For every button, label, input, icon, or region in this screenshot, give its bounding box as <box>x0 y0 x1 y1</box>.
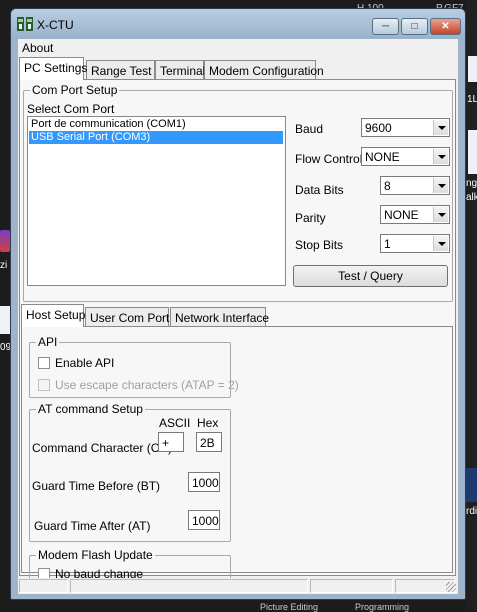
desktop-icon-app[interactable] <box>466 468 477 502</box>
select-com-port-label: Select Com Port <box>27 102 115 116</box>
desktop-text: 1L <box>467 94 477 105</box>
parity-select[interactable]: NONE <box>380 205 450 224</box>
data-bits-value: 8 <box>384 179 391 193</box>
guard-time-before-label: Guard Time Before (BT) <box>32 479 161 493</box>
minimize-icon: ─ <box>381 21 390 32</box>
group-label: API <box>36 335 60 349</box>
parity-label: Parity <box>295 211 326 225</box>
desktop-text: alk <box>466 192 477 203</box>
minimize-button[interactable]: ─ <box>372 18 399 35</box>
guard-time-before-input[interactable]: 1000 <box>188 472 220 492</box>
stop-bits-select[interactable]: 1 <box>380 234 450 253</box>
flow-control-select[interactable]: NONE <box>361 147 450 166</box>
baud-select[interactable]: 9600 <box>361 118 450 137</box>
close-icon: ✕ <box>441 21 450 32</box>
list-item[interactable]: Port de communication (COM1) <box>29 118 283 131</box>
guard-time-after-input[interactable]: 1000 <box>188 510 220 530</box>
cc-ascii-input[interactable]: + <box>158 432 184 452</box>
desktop-icon-window-thumbnail[interactable] <box>468 130 477 174</box>
list-item-selected[interactable]: USB Serial Port (COM3) <box>29 131 283 144</box>
chevron-down-icon[interactable] <box>433 207 448 222</box>
title-bar[interactable]: X-CTU ─ □ ✕ <box>11 9 465 39</box>
host-setup-panel: API Enable API Use escape characters (AT… <box>21 326 453 593</box>
pc-settings-panel: Com Port Setup Select Com Port Port de c… <box>19 79 456 593</box>
menu-bar: About <box>18 39 458 57</box>
stop-bits-value: 1 <box>384 237 391 251</box>
data-bits-label: Data Bits <box>295 183 344 197</box>
status-pane <box>70 579 308 593</box>
tab-range-test[interactable]: Range Test <box>86 60 155 80</box>
window-title: X-CTU <box>37 18 74 32</box>
com-port-list[interactable]: Port de communication (COM1) USB Serial … <box>27 116 286 286</box>
maximize-icon: □ <box>411 21 418 32</box>
desktop-icon-file[interactable] <box>0 306 10 334</box>
tab-network-interface[interactable]: Network Interface <box>170 307 269 327</box>
resize-grip-icon[interactable] <box>446 582 456 592</box>
guard-time-after-label: Guard Time After (AT) <box>34 519 151 533</box>
group-label: Com Port Setup <box>30 83 120 97</box>
xctu-app-icon <box>17 17 33 31</box>
desktop-text: Picture Editing <box>260 602 319 612</box>
window-client-area: About PC Settings Range Test Terminal Mo… <box>18 39 458 594</box>
xctu-window: X-CTU ─ □ ✕ About PC Settings Range Test… <box>10 8 466 600</box>
maximize-button[interactable]: □ <box>401 18 428 35</box>
chevron-down-icon[interactable] <box>433 149 448 164</box>
com-port-setup-group: Com Port Setup Select Com Port Port de c… <box>23 83 453 302</box>
desktop-text: Programming <box>355 602 410 612</box>
chevron-down-icon[interactable] <box>433 120 448 135</box>
menu-about[interactable]: About <box>22 41 53 55</box>
status-bar <box>18 578 458 594</box>
hex-header: Hex <box>197 416 219 430</box>
tab-host-setup[interactable]: Host Setup <box>21 304 85 327</box>
cc-hex-input[interactable]: 2B <box>196 432 222 452</box>
baud-label: Baud <box>295 122 324 136</box>
status-pane <box>19 579 68 593</box>
ascii-header: ASCII <box>159 416 191 430</box>
desktop-icon-document[interactable] <box>468 56 477 82</box>
flow-control-label: Flow Control <box>295 152 363 166</box>
group-label: Modem Flash Update <box>36 548 155 562</box>
enable-api-checkbox[interactable] <box>38 357 50 369</box>
parity-value: NONE <box>384 208 419 222</box>
escape-chars-checkbox[interactable] <box>38 379 50 391</box>
api-group: API Enable API Use escape characters (AT… <box>29 335 239 398</box>
flow-control-value: NONE <box>365 150 400 164</box>
chevron-down-icon[interactable] <box>433 178 448 193</box>
tab-modem-configuration[interactable]: Modem Configuration <box>204 60 324 80</box>
desktop-icon-archive[interactable] <box>0 230 10 252</box>
enable-api-label: Enable API <box>55 356 115 370</box>
baud-value: 9600 <box>365 121 392 135</box>
desktop-text: zi <box>0 260 8 271</box>
data-bits-select[interactable]: 8 <box>380 176 450 195</box>
close-button[interactable]: ✕ <box>430 18 461 35</box>
chevron-down-icon[interactable] <box>433 236 448 251</box>
tab-pc-settings[interactable]: PC Settings <box>19 57 87 80</box>
tab-user-com-ports[interactable]: User Com Ports <box>85 307 175 327</box>
stop-bits-label: Stop Bits <box>295 238 344 252</box>
tab-terminal[interactable]: Terminal <box>155 60 205 80</box>
command-character-label: Command Character (CC) <box>32 441 173 455</box>
desktop-text: ng <box>466 178 477 189</box>
desktop-text: rdi <box>466 506 477 517</box>
escape-chars-label: Use escape characters (ATAP = 2) <box>55 378 239 392</box>
at-command-group: AT command Setup ASCII Hex Command Chara… <box>29 402 231 542</box>
status-pane <box>310 579 393 593</box>
group-label: AT command Setup <box>36 402 145 416</box>
test-query-button[interactable]: Test / Query <box>293 265 448 287</box>
desktop-background <box>466 0 477 610</box>
